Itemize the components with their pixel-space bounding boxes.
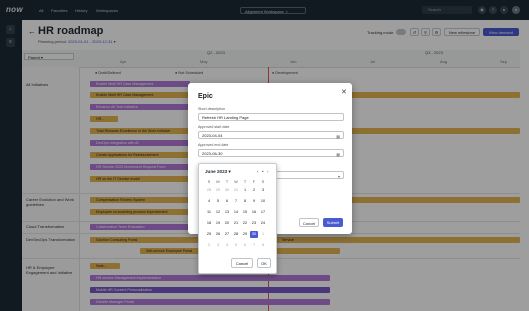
calendar-day[interactable]: 25 (205, 231, 213, 238)
calendar-day[interactable]: 1 (241, 187, 249, 194)
weekday-label: W (234, 180, 238, 184)
calendar-day[interactable]: 5 (232, 242, 240, 249)
month-year-selector[interactable]: June 2023 ▾ (205, 169, 231, 175)
calendar-day[interactable]: 4 (223, 242, 231, 249)
calendar-ok-button[interactable]: OK (257, 258, 271, 268)
calendar-day[interactable]: 29 (214, 187, 222, 194)
calendar-day[interactable]: 20 (223, 220, 231, 227)
calendar-day[interactable]: 5 (214, 198, 222, 205)
calendar-day[interactable]: 3 (259, 187, 267, 194)
calendar-day[interactable]: 8 (241, 198, 249, 205)
close-icon[interactable]: ✕ (341, 88, 347, 96)
calendar-icon[interactable]: ▦ (336, 151, 340, 159)
calendar-day[interactable]: 21 (232, 220, 240, 227)
weekday-label: S (261, 180, 265, 184)
calendar-day[interactable]: 6 (223, 198, 231, 205)
start-date-value: 2023-04-04 (202, 133, 223, 138)
end-date-value: 2023-06-30 (202, 151, 223, 156)
calendar-day[interactable]: 27 (223, 231, 231, 238)
calendar-day[interactable]: 9 (250, 198, 258, 205)
calendar-icon[interactable]: ▦ (336, 133, 340, 141)
calendar-day[interactable]: 19 (214, 220, 222, 227)
cancel-button[interactable]: Cancel (299, 218, 319, 227)
calendar-day[interactable]: 10 (259, 198, 267, 205)
calendar-day[interactable]: 14 (232, 209, 240, 216)
calendar-day[interactable]: 22 (241, 220, 249, 227)
calendar-day[interactable]: 31 (232, 187, 240, 194)
calendar-day[interactable]: 6 (241, 242, 249, 249)
weekday-label: S (207, 180, 211, 184)
calendar-day[interactable]: 2 (250, 187, 258, 194)
submit-button[interactable]: Submit (323, 218, 343, 227)
prev-month-icon[interactable]: ‹ (257, 169, 259, 174)
modal-title: Epic (198, 93, 213, 100)
calendar-day[interactable]: 23 (250, 220, 258, 227)
short-description-label: Short description (198, 107, 225, 111)
calendar-day[interactable]: 28 (205, 187, 213, 194)
calendar-day[interactable]: 3 (214, 242, 222, 249)
end-date-label: Approved end date (198, 143, 229, 147)
calendar-day[interactable]: 18 (205, 220, 213, 227)
weekday-label: T (243, 180, 247, 184)
calendar-day[interactable]: 7 (250, 242, 258, 249)
calendar-day[interactable]: 17 (259, 209, 267, 216)
end-date-field[interactable]: 2023-06-30 ▦ (198, 149, 344, 157)
next-month-icon[interactable]: › (267, 169, 269, 174)
calendar-day[interactable]: 15 (241, 209, 249, 216)
calendar-day[interactable]: 7 (232, 198, 240, 205)
date-picker-popup: June 2023 ▾ ‹ • › Cancel OK S M T W T F S 28 29 3… (198, 163, 277, 274)
calendar-day[interactable]: 30 (250, 231, 258, 238)
calendar-day[interactable]: 28 (232, 231, 240, 238)
calendar-day[interactable]: 4 (205, 198, 213, 205)
calendar-day[interactable]: 2 (205, 242, 213, 249)
calendar-day[interactable]: 26 (214, 231, 222, 238)
chevron-down-icon: ▾ (337, 174, 340, 179)
short-description-field[interactable]: Refresh HR Landing Page (198, 113, 344, 121)
calendar-cancel-button[interactable]: Cancel (231, 258, 253, 268)
calendar-day[interactable]: 11 (205, 209, 213, 216)
calendar-day[interactable]: 16 (250, 209, 258, 216)
month-year-label: June 2023 (205, 169, 228, 174)
calendar-day[interactable]: 1 (259, 231, 267, 238)
start-date-label: Approved start date (198, 125, 230, 129)
calendar-day[interactable]: 12 (214, 209, 222, 216)
calendar-day[interactable]: 30 (223, 187, 231, 194)
today-dot-icon[interactable]: • (262, 169, 264, 174)
calendar-day[interactable]: 13 (223, 209, 231, 216)
calendar-day[interactable]: 29 (241, 231, 249, 238)
calendar-day[interactable]: 24 (259, 220, 267, 227)
weekday-label: T (225, 180, 229, 184)
weekday-label: F (252, 180, 256, 184)
calendar-day[interactable]: 8 (259, 242, 267, 249)
weekday-label: M (216, 180, 220, 184)
start-date-field[interactable]: 2023-04-04 ▦ (198, 131, 344, 139)
